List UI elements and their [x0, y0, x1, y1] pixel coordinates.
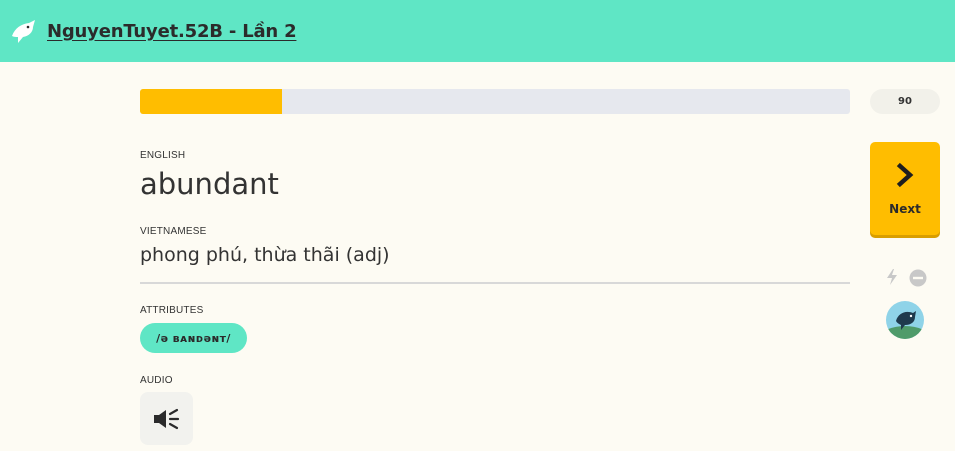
english-label: ENGLISH	[140, 150, 186, 161]
audio-play-button[interactable]	[140, 392, 193, 445]
attributes-label: ATTRIBUTES	[140, 305, 204, 316]
speaker-icon	[153, 408, 179, 429]
lightning-icon[interactable]	[885, 268, 899, 286]
course-title-link[interactable]: NguyenTuyet.52B - Lần 2	[47, 21, 297, 42]
score-badge: 90	[870, 89, 940, 114]
chevron-right-icon	[896, 162, 914, 188]
vietnamese-label: VIETNAMESE	[140, 226, 207, 237]
fox-logo-icon[interactable]	[9, 18, 37, 46]
avatar-image	[886, 301, 924, 339]
minus-circle-icon[interactable]	[909, 269, 927, 287]
progress-bar	[140, 89, 850, 114]
english-word: abundant	[140, 167, 279, 201]
next-button[interactable]: Next	[870, 142, 940, 235]
next-button-label: Next	[889, 202, 921, 216]
vietnamese-definition: phong phú, thừa thãi (adj)	[140, 244, 390, 266]
top-header: NguyenTuyet.52B - Lần 2	[0, 0, 955, 62]
avatar[interactable]	[886, 301, 924, 339]
pronunciation-badge: /ə ʙᴀɴᴅəɴᴛ/	[140, 323, 247, 353]
audio-label: AUDIO	[140, 375, 173, 386]
progress-bar-fill	[140, 89, 282, 114]
divider	[140, 282, 850, 284]
